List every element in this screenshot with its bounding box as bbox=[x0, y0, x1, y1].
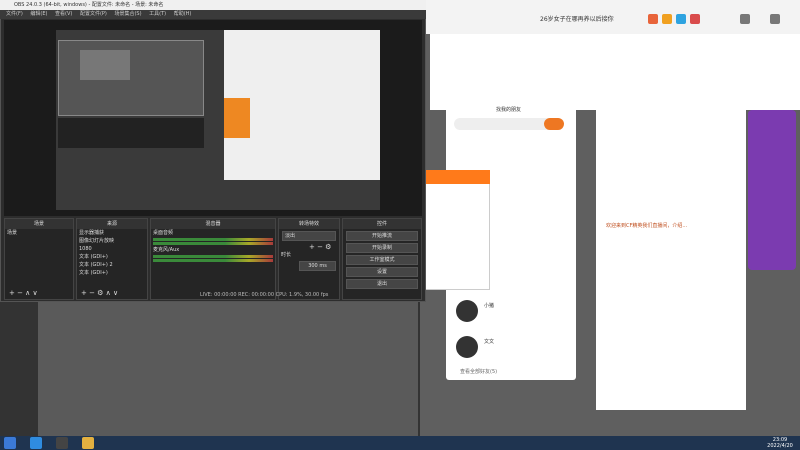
page-content bbox=[596, 110, 746, 410]
avatar[interactable] bbox=[456, 336, 478, 358]
controls-header: 控件 bbox=[343, 219, 421, 229]
transitions-header: 转场特效 bbox=[279, 219, 339, 229]
transition-select[interactable]: 淡出 bbox=[282, 231, 336, 241]
audio-meter bbox=[153, 242, 273, 245]
menu-help[interactable]: 帮助(H) bbox=[174, 11, 192, 17]
menu-file[interactable]: 文件(F) bbox=[6, 11, 23, 17]
menu-profile[interactable]: 配置文件(P) bbox=[80, 11, 107, 17]
menu-tools[interactable]: 工具(T) bbox=[149, 11, 166, 17]
friend-name: 小猪 bbox=[484, 303, 495, 309]
duration-label: 时长 bbox=[281, 252, 292, 258]
transition-controls[interactable]: + − ⚙ bbox=[279, 243, 339, 251]
audio-meter bbox=[153, 238, 273, 241]
source-item[interactable]: 文本 (GDI+) bbox=[77, 253, 147, 261]
mixer-header: 混音器 bbox=[151, 219, 275, 229]
dialog-header bbox=[424, 170, 490, 184]
obs-title-bar: OBS 24.0.3 (64-bit, windows) - 配置文件: 未命名… bbox=[0, 0, 426, 10]
scenes-dock: 场景 场景 + − ∧ ∨ bbox=[4, 218, 74, 300]
mixer-dock: 混音器 桌面音频 麦克风/Aux bbox=[150, 218, 276, 300]
menu-icon[interactable] bbox=[770, 14, 780, 24]
transitions-dock: 转场特效 淡出 + − ⚙ 时长 300 ms bbox=[278, 218, 340, 300]
stream-preview-area bbox=[38, 302, 418, 436]
controls-dock: 控件 开始推流 开始录制 工作室模式 设置 退出 bbox=[342, 218, 422, 300]
source-item[interactable]: 文本 (GDI+) bbox=[77, 269, 147, 277]
menu-edit[interactable]: 编辑(E) bbox=[30, 11, 47, 17]
scenes-header: 场景 bbox=[5, 219, 73, 229]
browser-taskbar-icon[interactable] bbox=[30, 437, 42, 449]
exit-button[interactable]: 退出 bbox=[346, 279, 418, 289]
studio-mode-button[interactable]: 工作室模式 bbox=[346, 255, 418, 265]
undo-icon[interactable] bbox=[740, 14, 750, 24]
login-dialog bbox=[424, 170, 490, 290]
app-taskbar-icon[interactable] bbox=[82, 437, 94, 449]
source-item[interactable]: 文本 (GDI+) 2 bbox=[77, 261, 147, 269]
source-item[interactable]: 1080 bbox=[77, 245, 147, 253]
taskbar bbox=[0, 436, 800, 450]
promo-banner[interactable] bbox=[748, 110, 796, 270]
sources-dock: 来源 显示器捕获 图像幻灯片放映 1080 文本 (GDI+) 文本 (GDI+… bbox=[76, 218, 148, 300]
preview-orange-panel bbox=[224, 98, 250, 138]
modal-title: 找我的朋友 bbox=[496, 107, 522, 113]
clock-date: 2022/4/20 bbox=[767, 443, 793, 449]
start-icon[interactable] bbox=[4, 437, 16, 449]
start-streaming-button[interactable]: 开始推流 bbox=[346, 231, 418, 241]
start-recording-button[interactable]: 开始录制 bbox=[346, 243, 418, 253]
duration-input[interactable]: 300 ms bbox=[299, 261, 336, 271]
user-icon[interactable] bbox=[690, 14, 700, 24]
preview-nested-docks bbox=[58, 118, 204, 148]
view-all-friends[interactable]: 查看全部好友(5) bbox=[460, 368, 497, 375]
shield-icon[interactable] bbox=[676, 14, 686, 24]
taskbar-clock: 23:09 2022/4/20 bbox=[760, 437, 800, 449]
notice-text: 欢迎来到CF精英我们直播间，介绍... bbox=[606, 223, 688, 229]
scene-item[interactable]: 场景 bbox=[5, 229, 73, 237]
avatar[interactable] bbox=[456, 300, 478, 322]
mixer-track-label: 麦克风/Aux bbox=[153, 247, 180, 253]
sources-header: 来源 bbox=[77, 219, 147, 229]
bookmark-icon[interactable] bbox=[648, 14, 658, 24]
mixer-track-label: 桌面音频 bbox=[153, 230, 174, 236]
source-item[interactable]: 显示器捕获 bbox=[77, 229, 147, 237]
audio-meter bbox=[153, 255, 273, 258]
browser-tab-title[interactable]: 26岁女子在哪再养以后接你 bbox=[540, 14, 660, 30]
audio-meter bbox=[153, 259, 273, 262]
menu-view[interactable]: 查看(V) bbox=[55, 11, 72, 17]
settings-button[interactable]: 设置 bbox=[346, 267, 418, 277]
obs-taskbar-icon[interactable] bbox=[56, 437, 68, 449]
obs-status-bar: LIVE: 00:00:00 REC: 00:00:00 CPU: 1.9%, … bbox=[200, 292, 329, 298]
page-header bbox=[430, 34, 800, 110]
preview-nested-preview bbox=[80, 50, 130, 80]
obs-menu-bar: 文件(F) 编辑(E) 查看(V) 配置文件(P) 场景集合(S) 工具(T) … bbox=[0, 10, 426, 19]
search-button[interactable] bbox=[544, 118, 564, 130]
extension-icon[interactable] bbox=[662, 14, 672, 24]
friend-name: 文文 bbox=[484, 339, 495, 345]
source-item[interactable]: 图像幻灯片放映 bbox=[77, 237, 147, 245]
menu-scene-collection[interactable]: 场景集合(S) bbox=[114, 11, 141, 17]
